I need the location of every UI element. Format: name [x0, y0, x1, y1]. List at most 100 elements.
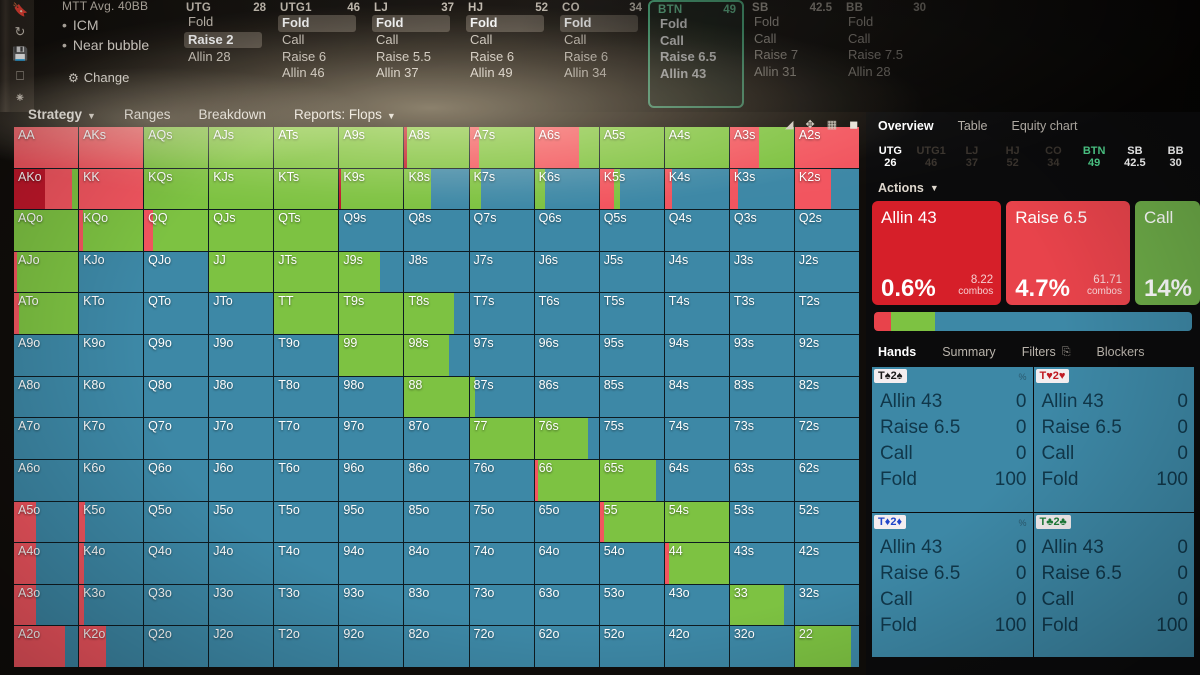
grid-view-icon[interactable]: ▦ — [827, 118, 837, 131]
matrix-cell[interactable]: T4s — [664, 293, 729, 335]
hand-combo-cell[interactable]: T♠2♠% Allin 43 0 Raise 6.5 0 Call 0 Fold 100 — [872, 367, 1033, 512]
hands-tab-summary[interactable]: Summary — [942, 345, 995, 359]
matrix-cell[interactable]: AQo — [14, 210, 79, 251]
stack-chip-co[interactable]: CO 34 — [1033, 145, 1074, 170]
player-action-option[interactable]: Allin 43 — [658, 66, 736, 83]
matrix-cell[interactable]: Q2s — [794, 210, 859, 251]
matrix-cell[interactable]: KQo — [79, 210, 144, 251]
matrix-cell[interactable]: Q4s — [664, 210, 729, 251]
matrix-cell[interactable]: J6s — [534, 251, 599, 293]
matrix-cell[interactable]: 88 — [404, 376, 469, 418]
overview-tab-table[interactable]: Table — [958, 119, 988, 133]
player-action-option[interactable]: Raise 7 — [752, 47, 832, 64]
matrix-cell[interactable]: 92s — [794, 335, 859, 376]
matrix-cell[interactable]: 63o — [534, 584, 599, 626]
matrix-cell[interactable]: J7s — [469, 251, 534, 293]
matrix-cell[interactable]: KJo — [79, 251, 144, 293]
matrix-cell[interactable]: A7o — [14, 418, 79, 459]
matrix-cell[interactable]: KTs — [274, 168, 339, 210]
matrix-cell[interactable]: K7o — [79, 418, 144, 459]
matrix-cell[interactable]: JTs — [274, 251, 339, 293]
matrix-cell[interactable]: T5s — [599, 293, 664, 335]
action-card-raise-6-5[interactable]: Raise 6.5 4.7% 61.71 combos — [1006, 201, 1130, 305]
matrix-cell[interactable]: A9o — [14, 335, 79, 376]
matrix-cell[interactable]: T9s — [339, 293, 404, 335]
matrix-cell[interactable]: J2s — [794, 251, 859, 293]
matrix-cell[interactable]: 32s — [794, 584, 859, 626]
tab-strategy[interactable]: Strategy ▼ — [28, 107, 96, 122]
matrix-cell[interactable]: A7s — [469, 127, 534, 168]
action-card-call[interactable]: Call 14% — [1134, 201, 1200, 305]
matrix-cell[interactable]: T7o — [274, 418, 339, 459]
hands-tab-filters[interactable]: Filters — [1022, 345, 1056, 359]
overview-tab-overview[interactable]: Overview — [878, 119, 934, 133]
matrix-cell[interactable]: K9s — [339, 168, 404, 210]
matrix-cell[interactable]: 66 — [534, 459, 599, 501]
action-card-allin-43[interactable]: Allin 43 0.6% 8.22 combos — [872, 201, 1002, 305]
matrix-cell[interactable]: 72o — [469, 626, 534, 667]
player-action-option[interactable]: Allin 31 — [752, 64, 832, 81]
matrix-cell[interactable]: QJs — [209, 210, 274, 251]
matrix-cell[interactable]: KK — [79, 168, 144, 210]
stack-chip-bb[interactable]: BB 30 — [1155, 145, 1196, 170]
player-action-option[interactable]: Fold — [278, 15, 356, 32]
player-action-option[interactable]: Allin 28 — [846, 64, 926, 81]
matrix-cell[interactable]: AQs — [144, 127, 209, 168]
matrix-cell[interactable]: AA — [14, 127, 79, 168]
matrix-cell[interactable]: 53o — [599, 584, 664, 626]
tab-ranges[interactable]: Ranges — [124, 107, 171, 122]
matrix-cell[interactable]: A4o — [14, 543, 79, 584]
player-action-option[interactable]: Raise 6 — [562, 49, 642, 66]
matrix-cell[interactable]: Q5s — [599, 210, 664, 251]
matrix-cell[interactable]: ATo — [14, 293, 79, 335]
matrix-cell[interactable]: T3o — [274, 584, 339, 626]
matrix-cell[interactable]: K6o — [79, 459, 144, 501]
stack-chip-utg[interactable]: UTG 26 — [870, 145, 911, 170]
matrix-cell[interactable]: 64o — [534, 543, 599, 584]
matrix-cell[interactable]: 99 — [339, 335, 404, 376]
matrix-cell[interactable]: K4o — [79, 543, 144, 584]
matrix-cell[interactable]: 98o — [339, 376, 404, 418]
player-action-option[interactable]: Fold — [466, 15, 544, 32]
matrix-cell[interactable]: KQs — [144, 168, 209, 210]
matrix-cell[interactable]: Q2o — [144, 626, 209, 667]
matrix-cell[interactable]: Q3s — [729, 210, 794, 251]
matrix-cell[interactable]: 62o — [534, 626, 599, 667]
matrix-cell[interactable]: Q4o — [144, 543, 209, 584]
matrix-cell[interactable]: T2s — [794, 293, 859, 335]
matrix-cell[interactable]: T6o — [274, 459, 339, 501]
matrix-cell[interactable]: T8o — [274, 376, 339, 418]
matrix-cell[interactable]: 83s — [729, 376, 794, 418]
player-action-option[interactable]: Call — [752, 31, 832, 48]
matrix-cell[interactable]: 82o — [404, 626, 469, 667]
matrix-cell[interactable]: A8s — [404, 127, 469, 168]
player-panel-bb[interactable]: BB 30 Fold Call Raise 7.5 Allin 28 — [838, 0, 932, 108]
matrix-cell[interactable]: Q5o — [144, 501, 209, 543]
matrix-cell[interactable]: 44 — [664, 543, 729, 584]
matrix-cell[interactable]: J3o — [209, 584, 274, 626]
matrix-cell[interactable]: T5o — [274, 501, 339, 543]
save-icon[interactable]: 💾 — [12, 46, 28, 62]
matrix-cell[interactable]: J5o — [209, 501, 274, 543]
move-icon[interactable]: ✥ — [805, 118, 814, 131]
matrix-cell[interactable]: A4s — [664, 127, 729, 168]
matrix-cell[interactable]: J8s — [404, 251, 469, 293]
matrix-cell[interactable]: 86s — [534, 376, 599, 418]
range-matrix[interactable]: AA AKs AQs AJs ATs A9s A8s A7s A6s A5s A4s A3s A2s AK… — [14, 127, 859, 667]
matrix-cell[interactable]: A2s — [794, 127, 859, 168]
stack-chip-lj[interactable]: LJ 37 — [952, 145, 993, 170]
matrix-cell[interactable]: T2o — [274, 626, 339, 667]
matrix-cell[interactable]: 87o — [404, 418, 469, 459]
matrix-cell[interactable]: 55 — [599, 501, 664, 543]
player-action-option[interactable]: Fold — [560, 15, 638, 32]
matrix-cell[interactable]: 96s — [534, 335, 599, 376]
matrix-cell[interactable]: T6s — [534, 293, 599, 335]
matrix-cell[interactable]: K4s — [664, 168, 729, 210]
matrix-cell[interactable]: QTo — [144, 293, 209, 335]
matrix-cell[interactable]: 84o — [404, 543, 469, 584]
player-action-option[interactable]: Raise 7.5 — [846, 47, 926, 64]
matrix-cell[interactable]: 86o — [404, 459, 469, 501]
matrix-cell[interactable]: 52o — [599, 626, 664, 667]
player-action-option[interactable]: Fold — [658, 16, 736, 33]
matrix-cell[interactable]: 76o — [469, 459, 534, 501]
